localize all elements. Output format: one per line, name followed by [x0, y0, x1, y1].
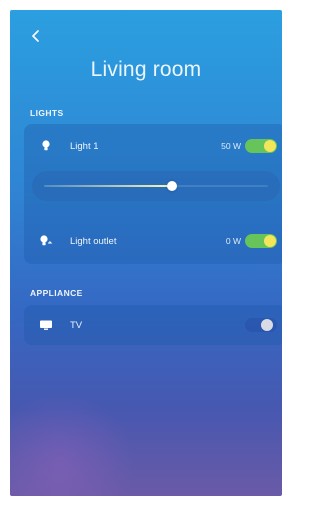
- app-screen: Living room LIGHTS Light 1 50 W Light ou…: [10, 10, 282, 496]
- tv-label: TV: [70, 319, 83, 331]
- light-1-row: Light 1 50 W: [24, 134, 282, 158]
- slider-track: [44, 181, 268, 191]
- light-1-dimmer-slider[interactable]: [32, 171, 280, 201]
- light-outlet-label: Light outlet: [70, 235, 117, 247]
- light-outlet-row: Light outlet 0 W: [24, 229, 282, 253]
- tv-row: TV: [24, 313, 282, 337]
- light-1-toggle[interactable]: [245, 139, 277, 153]
- light-outlet-wattage: 0 W: [225, 236, 241, 246]
- back-button[interactable]: [24, 24, 48, 48]
- page-title: Living room: [90, 58, 202, 81]
- light-1-wattage: 50 W: [221, 141, 241, 151]
- lights-section-header: LIGHTS: [30, 108, 64, 118]
- toggle-knob: [261, 319, 273, 331]
- tv-icon: [38, 317, 54, 333]
- light-outlet-toggle[interactable]: [245, 234, 277, 248]
- lights-card: Light 1 50 W Light outlet 0 W: [24, 124, 282, 264]
- chevron-left-icon: [32, 30, 39, 42]
- tv-toggle[interactable]: [245, 318, 277, 332]
- light-1-label: Light 1: [70, 140, 99, 152]
- toggle-knob: [264, 140, 276, 152]
- bulb-icon: [38, 138, 54, 154]
- appliance-section-header: APPLIANCE: [30, 288, 83, 298]
- outlet-bulb-icon: [38, 233, 54, 249]
- slider-thumb[interactable]: [166, 181, 177, 191]
- appliance-card: TV: [24, 305, 282, 345]
- slider-fill: [44, 185, 172, 187]
- toggle-knob: [264, 235, 276, 247]
